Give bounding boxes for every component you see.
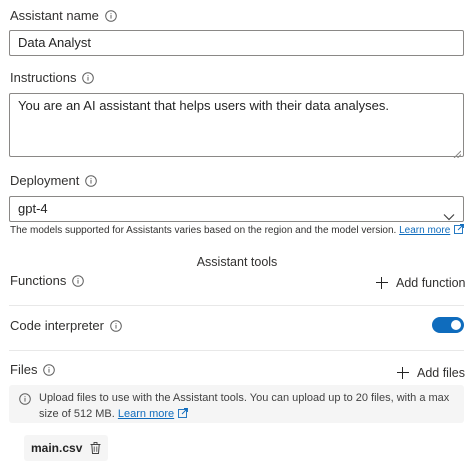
add-files-label: Add files	[417, 366, 465, 380]
info-icon[interactable]	[85, 174, 98, 187]
assistant-tools-heading: Assistant tools	[196, 255, 278, 269]
files-label-row: Files	[10, 362, 56, 377]
add-function-button[interactable]: Add function	[376, 276, 466, 290]
open-external-icon	[178, 407, 189, 418]
add-function-label: Add function	[396, 276, 466, 290]
instructions-text: You are an AI assistant that helps users…	[18, 98, 389, 113]
deployment-helper: The models supported for Assistants vari…	[10, 224, 465, 236]
instructions-label-row: Instructions	[10, 70, 95, 85]
plus-icon	[397, 367, 409, 379]
divider	[9, 305, 464, 306]
info-icon[interactable]	[105, 9, 117, 22]
info-icon	[19, 392, 31, 410]
functions-label-row: Functions	[10, 273, 85, 288]
info-icon[interactable]	[72, 274, 85, 287]
files-label: Files	[10, 362, 38, 377]
info-icon[interactable]	[110, 319, 122, 332]
deployment-label-row: Deployment	[10, 173, 98, 188]
info-icon[interactable]	[82, 71, 95, 84]
plus-icon	[376, 277, 388, 289]
open-external-icon	[454, 224, 465, 234]
files-info-text-block: Upload files to use with the Assistant t…	[39, 390, 454, 422]
divider	[9, 350, 464, 351]
add-files-button[interactable]: Add files	[397, 366, 465, 380]
deployment-selected-value: gpt-4	[18, 201, 48, 216]
code-interpreter-toggle[interactable]	[432, 317, 464, 333]
assistant-name-label-row: Assistant name	[10, 8, 117, 23]
file-name: main.csv	[31, 441, 83, 455]
resize-grip-icon[interactable]	[453, 146, 462, 159]
chevron-down-icon	[443, 205, 455, 221]
code-interpreter-label-row: Code interpreter	[10, 318, 122, 333]
assistant-name-label: Assistant name	[10, 8, 99, 23]
learn-more-link[interactable]: Learn more	[399, 225, 450, 236]
delete-icon[interactable]	[90, 442, 101, 454]
files-info-text: Upload files to use with the Assistant t…	[39, 392, 450, 420]
functions-label: Functions	[10, 273, 67, 288]
toggle-knob	[451, 320, 461, 330]
code-interpreter-label: Code interpreter	[10, 318, 104, 333]
instructions-textarea[interactable]: You are an AI assistant that helps users…	[9, 93, 464, 159]
file-chip: main.csv	[24, 435, 109, 461]
deployment-helper-text: The models supported for Assistants vari…	[10, 225, 397, 236]
files-info-message: Upload files to use with the Assistant t…	[9, 385, 464, 423]
assistant-name-input[interactable]: Data Analyst	[9, 30, 464, 56]
deployment-select[interactable]: gpt-4	[9, 196, 464, 222]
learn-more-link[interactable]: Learn more	[118, 408, 174, 420]
deployment-label: Deployment	[10, 173, 80, 188]
instructions-label: Instructions	[10, 70, 77, 85]
info-icon[interactable]	[43, 363, 56, 376]
